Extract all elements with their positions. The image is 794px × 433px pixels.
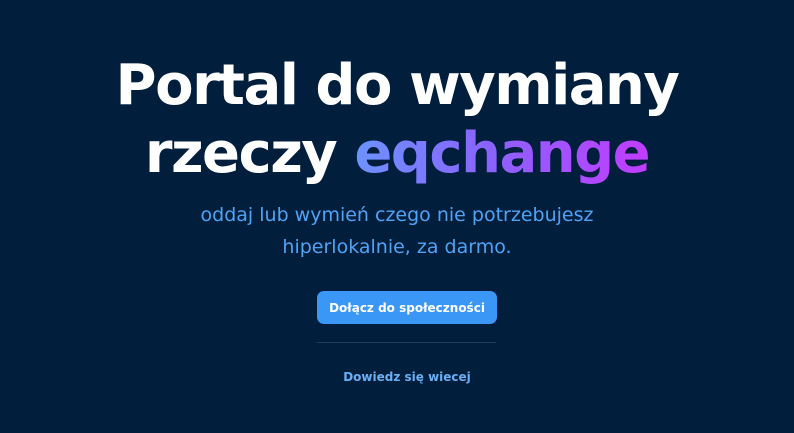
hero-section: Portal do wymiany rzeczy eqchange oddaj … xyxy=(0,0,794,433)
page-title: Portal do wymiany rzeczy eqchange xyxy=(0,52,794,188)
learn-more-link[interactable]: Dowiedz się wiecej xyxy=(0,370,794,384)
hero-subtitle: oddaj lub wymień czego nie potrzebujesz … xyxy=(0,199,794,263)
brand-name: eqchange xyxy=(354,121,650,186)
subtitle-line-2: hiperlokalnie, za darmo. xyxy=(282,236,512,258)
title-line-2: rzeczy eqchange xyxy=(0,120,794,188)
title-line-1: Portal do wymiany xyxy=(115,53,680,118)
divider xyxy=(317,342,496,343)
title-line-2-prefix: rzeczy xyxy=(144,121,355,186)
learn-more-label: Dowiedz się wiecej xyxy=(343,370,471,384)
join-community-button[interactable]: Dołącz do społeczności xyxy=(317,291,497,324)
subtitle-line-1: oddaj lub wymień czego nie potrzebujesz xyxy=(200,204,594,226)
